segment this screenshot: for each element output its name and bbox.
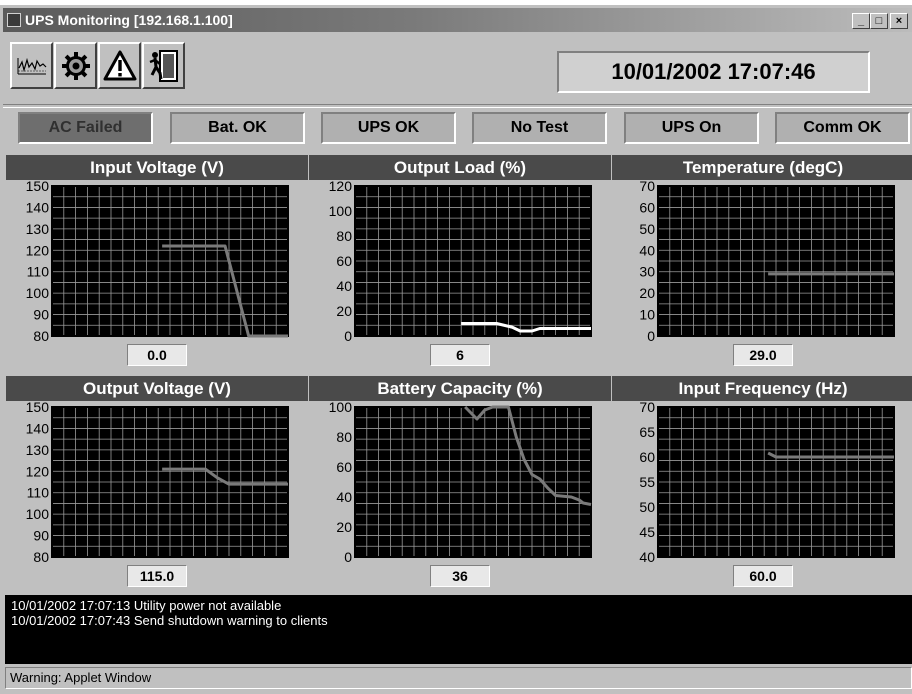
input-voltage-chart: 80 90 100 110 120 130 140 150 (26, 180, 289, 342)
graph-button[interactable] (10, 42, 53, 89)
y-tick-label: 20 (336, 303, 352, 319)
y-tick-label: 0 (344, 328, 352, 342)
datetime-display: 10/01/2002 17:07:46 (557, 51, 870, 93)
input-frequency-panel: Input Frequency (Hz) 40 45 50 55 60 65 70 60.0 (612, 376, 912, 595)
y-tick-label: 80 (336, 228, 352, 244)
chart-title: Output Voltage (V) (6, 376, 308, 401)
input-voltage-value: 0.0 (127, 344, 187, 366)
input-frequency-chart: 40 45 50 55 60 65 70 (639, 401, 895, 563)
y-tick-label: 60 (639, 449, 655, 465)
y-tick-label: 70 (639, 180, 655, 194)
output-load-value: 6 (430, 344, 490, 366)
y-tick-label: 120 (26, 463, 50, 479)
y-tick-label: 60 (639, 199, 655, 215)
alarm-button[interactable] (98, 42, 141, 89)
app-window: UPS Monitoring [192.168.1.100] _ □ × 10/… (0, 5, 912, 694)
y-tick-label: 60 (336, 253, 352, 269)
battery-capacity-value: 36 (430, 565, 490, 587)
temperature-panel: Temperature (degC) 0 10 20 30 40 50 60 70 29.0 (612, 155, 912, 374)
chart-title: Temperature (degC) (612, 155, 912, 180)
battery-capacity-panel: Battery Capacity (%) 0 20 40 60 80 100 36 (309, 376, 611, 595)
y-tick-label: 120 (329, 180, 353, 194)
y-tick-label: 40 (639, 549, 655, 563)
y-tick-label: 80 (336, 429, 352, 445)
chart-title: Input Voltage (V) (6, 155, 308, 180)
warning-icon (103, 50, 136, 80)
exit-button[interactable] (142, 42, 185, 89)
status-comm: Comm OK (775, 112, 910, 144)
y-tick-label: 150 (26, 401, 50, 415)
log-entry: 10/01/2002 17:07:43 Send shutdown warnin… (11, 613, 328, 628)
y-tick-label: 90 (33, 307, 49, 323)
settings-button[interactable] (54, 42, 97, 89)
chart-title: Battery Capacity (%) (309, 376, 611, 401)
input-frequency-value: 60.0 (733, 565, 793, 587)
applet-status-bar: Warning: Applet Window (5, 667, 912, 689)
output-voltage-value: 115.0 (127, 565, 187, 587)
y-tick-label: 70 (639, 401, 655, 415)
status-power: UPS On (624, 112, 759, 144)
y-tick-label: 90 (33, 528, 49, 544)
y-tick-label: 50 (639, 221, 655, 237)
chart-title: Output Load (%) (309, 155, 611, 180)
y-tick-label: 40 (639, 242, 655, 258)
y-tick-label: 150 (26, 180, 50, 194)
y-tick-label: 60 (336, 459, 352, 475)
y-tick-label: 50 (639, 499, 655, 515)
minimize-button[interactable]: _ (852, 13, 870, 29)
maximize-button[interactable]: □ (870, 13, 888, 29)
y-tick-label: 130 (26, 221, 50, 237)
title-bar[interactable]: UPS Monitoring [192.168.1.100] _ □ × (3, 8, 912, 32)
y-tick-label: 100 (329, 203, 353, 219)
app-icon (7, 13, 21, 27)
y-tick-label: 110 (27, 485, 50, 501)
graph-icon (17, 57, 46, 74)
y-tick-label: 0 (647, 328, 655, 342)
status-ups: UPS OK (321, 112, 456, 144)
output-voltage-chart: 80 90 100 110 120 130 140 150 (26, 401, 289, 563)
status-test: No Test (472, 112, 607, 144)
y-tick-label: 80 (33, 549, 49, 563)
temperature-value: 29.0 (733, 344, 793, 366)
y-tick-label: 100 (329, 401, 353, 415)
log-entry: 10/01/2002 17:07:13 Utility power not av… (11, 598, 282, 613)
y-tick-label: 40 (336, 278, 352, 294)
toolbar-divider (3, 104, 912, 108)
y-tick-label: 40 (336, 489, 352, 505)
y-tick-label: 10 (639, 307, 655, 323)
output-load-chart: 0 20 40 60 80 100 120 (329, 180, 592, 342)
y-tick-label: 0 (344, 549, 352, 563)
status-battery: Bat. OK (170, 112, 305, 144)
y-tick-label: 45 (639, 524, 655, 540)
y-tick-label: 30 (639, 264, 655, 280)
status-ac-failed: AC Failed (18, 112, 153, 144)
y-tick-label: 20 (639, 285, 655, 301)
y-tick-label: 65 (639, 424, 655, 440)
output-voltage-panel: Output Voltage (V) 80 90 100 110 120 130 140 15… (6, 376, 308, 595)
y-tick-label: 110 (27, 264, 50, 280)
gear-icon (61, 51, 90, 80)
y-tick-label: 80 (33, 328, 49, 342)
event-log[interactable]: 10/01/2002 17:07:13 Utility power not av… (5, 595, 912, 664)
input-voltage-panel: Input Voltage (V) 80 90 100 110 120 130 140 150… (6, 155, 308, 374)
battery-capacity-chart: 0 20 40 60 80 100 (329, 401, 592, 563)
y-tick-label: 140 (26, 420, 50, 436)
close-button[interactable]: × (890, 13, 908, 29)
y-tick-label: 120 (26, 242, 50, 258)
y-tick-label: 130 (26, 442, 50, 458)
y-tick-label: 55 (639, 474, 655, 490)
output-load-panel: Output Load (%) 0 20 40 60 80 100 120 6 (309, 155, 611, 374)
y-tick-label: 100 (26, 285, 50, 301)
y-tick-label: 140 (26, 199, 50, 215)
y-tick-label: 100 (26, 506, 50, 522)
y-tick-label: 20 (336, 519, 352, 535)
temperature-chart: 0 10 20 30 40 50 60 70 (639, 180, 895, 342)
chart-title: Input Frequency (Hz) (612, 376, 912, 401)
exit-door-icon (149, 49, 178, 82)
window-title: UPS Monitoring [192.168.1.100] (25, 12, 233, 28)
